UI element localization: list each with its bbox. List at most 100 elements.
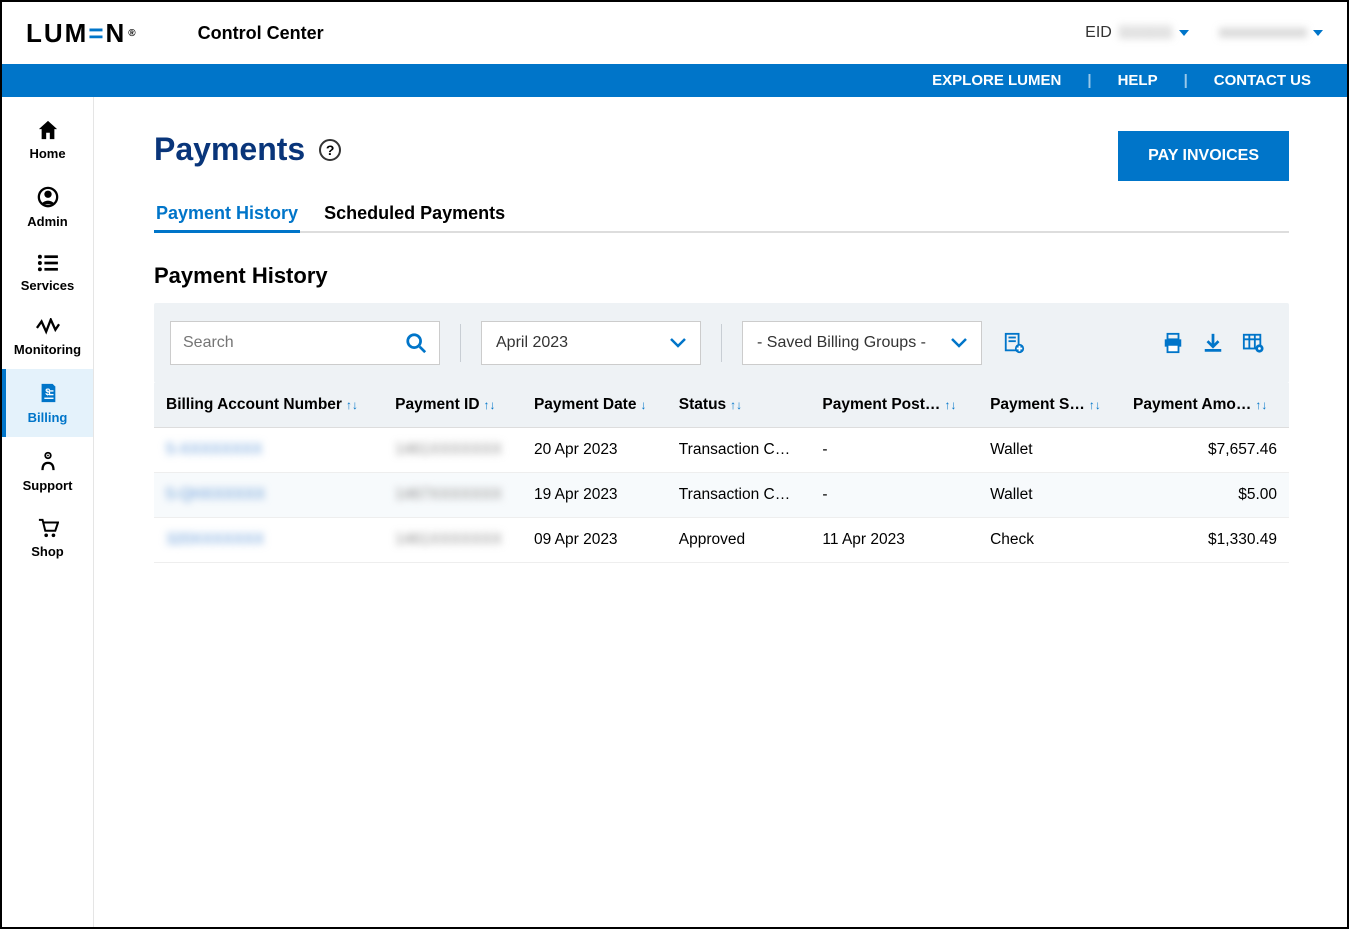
sort-icon[interactable]: ↑↓ xyxy=(484,398,496,412)
lumen-logo: LUM=N® xyxy=(26,18,138,49)
month-value: April 2023 xyxy=(496,334,568,352)
search-input[interactable] xyxy=(183,334,383,352)
sidebar-item-label: Shop xyxy=(31,544,64,559)
payment-id-value: 1461XXXXXXX xyxy=(395,441,502,458)
table-row: 5-XXXXXXXX 1461XXXXXXX 20 Apr 2023 Trans… xyxy=(154,428,1289,473)
username: xxxxxxxxxxx xyxy=(1219,24,1307,42)
cart-icon xyxy=(37,518,59,538)
sidebar-item-label: Admin xyxy=(27,214,67,229)
date-value: 19 Apr 2023 xyxy=(522,473,667,518)
table-row: 5-QHXXXXXX 1467XXXXXXX 19 Apr 2023 Trans… xyxy=(154,473,1289,518)
user-icon xyxy=(37,186,59,208)
sidebar-item-label: Home xyxy=(29,146,65,161)
topbar: LUM=N® Control Center EID 1111111 xxxxxx… xyxy=(2,2,1347,64)
source-value: Check xyxy=(978,518,1121,563)
source-value: Wallet xyxy=(978,428,1121,473)
col-source[interactable]: Payment S…↑↓ xyxy=(978,383,1121,428)
download-icon[interactable] xyxy=(1201,331,1225,355)
amount-value: $1,330.49 xyxy=(1121,518,1289,563)
account-link[interactable]: 320XXXXXXX xyxy=(166,531,264,548)
table-row: 320XXXXXXX 1461XXXXXXX 09 Apr 2023 Appro… xyxy=(154,518,1289,563)
eid-value: 1111111 xyxy=(1118,24,1173,42)
post-value: - xyxy=(810,428,978,473)
sidebar-item-services[interactable]: Services xyxy=(2,241,93,305)
nav-explore-lumen[interactable]: EXPLORE LUMEN xyxy=(926,72,1067,89)
section-title: Payment History xyxy=(154,263,1289,289)
nav-strip: EXPLORE LUMEN | HELP | CONTACT US xyxy=(2,64,1347,97)
billing-icon: $ xyxy=(37,382,59,404)
print-icon[interactable] xyxy=(1161,331,1185,355)
sort-icon[interactable]: ↑↓ xyxy=(944,398,956,412)
payment-id-value: 1467XXXXXXX xyxy=(395,486,502,503)
settings-columns-icon[interactable] xyxy=(1241,331,1265,355)
post-value: 11 Apr 2023 xyxy=(810,518,978,563)
payment-id-value: 1461XXXXXXX xyxy=(395,531,502,548)
post-value: - xyxy=(810,473,978,518)
activity-icon xyxy=(36,318,60,336)
account-link[interactable]: 5-QHXXXXXX xyxy=(166,486,265,503)
col-post[interactable]: Payment Post…↑↓ xyxy=(810,383,978,428)
help-icon[interactable]: ? xyxy=(319,139,341,161)
sidebar: Home Admin Services Monitoring $ Billing xyxy=(2,97,94,927)
pay-invoices-button[interactable]: PAY INVOICES xyxy=(1118,131,1289,181)
user-dropdown[interactable]: xxxxxxxxxxx xyxy=(1219,24,1323,42)
sidebar-item-label: Support xyxy=(23,478,73,493)
sidebar-item-label: Monitoring xyxy=(14,342,81,357)
svg-text:$: $ xyxy=(45,387,50,397)
sidebar-item-support[interactable]: Support xyxy=(2,437,93,505)
save-group-icon[interactable] xyxy=(1002,331,1026,355)
eid-dropdown[interactable]: EID 1111111 xyxy=(1085,24,1189,42)
nav-help[interactable]: HELP xyxy=(1112,72,1164,89)
chevron-down-icon xyxy=(670,338,686,348)
search-icon[interactable] xyxy=(405,332,427,354)
sidebar-item-label: Billing xyxy=(28,410,68,425)
sidebar-item-label: Services xyxy=(21,278,75,293)
sidebar-item-home[interactable]: Home xyxy=(2,107,93,173)
sort-icon[interactable]: ↑↓ xyxy=(1089,398,1101,412)
divider xyxy=(460,324,461,362)
sidebar-item-billing[interactable]: $ Billing xyxy=(2,369,93,437)
amount-value: $7,657.46 xyxy=(1121,428,1289,473)
sidebar-item-shop[interactable]: Shop xyxy=(2,505,93,571)
sidebar-item-admin[interactable]: Admin xyxy=(2,173,93,241)
account-link[interactable]: 5-XXXXXXXX xyxy=(166,441,263,458)
date-value: 20 Apr 2023 xyxy=(522,428,667,473)
divider xyxy=(721,324,722,362)
sort-icon[interactable]: ↓ xyxy=(640,398,646,412)
sort-icon[interactable]: ↑↓ xyxy=(1255,398,1267,412)
search-box[interactable] xyxy=(170,321,440,365)
sort-icon[interactable]: ↑↓ xyxy=(730,398,742,412)
sort-icon[interactable]: ↑↓ xyxy=(346,398,358,412)
col-payment-id[interactable]: Payment ID↑↓ xyxy=(383,383,522,428)
divider: | xyxy=(1087,72,1091,89)
col-account[interactable]: Billing Account Number↑↓ xyxy=(154,383,383,428)
billing-group-value: - Saved Billing Groups - xyxy=(757,334,926,352)
filter-bar: April 2023 - Saved Billing Groups - xyxy=(154,303,1289,383)
col-amount[interactable]: Payment Amo…↑↓ xyxy=(1121,383,1289,428)
divider: | xyxy=(1184,72,1188,89)
source-value: Wallet xyxy=(978,473,1121,518)
col-status[interactable]: Status↑↓ xyxy=(667,383,811,428)
page-title: Payments xyxy=(154,131,305,168)
month-select[interactable]: April 2023 xyxy=(481,321,701,365)
support-icon xyxy=(37,450,59,472)
status-value: Transaction C… xyxy=(667,428,811,473)
amount-value: $5.00 xyxy=(1121,473,1289,518)
status-value: Transaction C… xyxy=(667,473,811,518)
sidebar-item-monitoring[interactable]: Monitoring xyxy=(2,305,93,369)
tab-payment-history[interactable]: Payment History xyxy=(154,203,300,233)
eid-label: EID xyxy=(1085,24,1112,42)
tabs: Payment History Scheduled Payments xyxy=(154,203,1289,233)
list-icon xyxy=(37,254,59,272)
col-date[interactable]: Payment Date↓ xyxy=(522,383,667,428)
chevron-down-icon xyxy=(1313,30,1323,36)
tab-scheduled-payments[interactable]: Scheduled Payments xyxy=(322,203,507,233)
breadcrumb: Control Center xyxy=(198,23,324,44)
chevron-down-icon xyxy=(951,338,967,348)
date-value: 09 Apr 2023 xyxy=(522,518,667,563)
nav-contact-us[interactable]: CONTACT US xyxy=(1208,72,1317,89)
payments-table: Billing Account Number↑↓ Payment ID↑↓ Pa… xyxy=(154,383,1289,563)
billing-group-select[interactable]: - Saved Billing Groups - xyxy=(742,321,982,365)
chevron-down-icon xyxy=(1179,30,1189,36)
status-value: Approved xyxy=(667,518,811,563)
